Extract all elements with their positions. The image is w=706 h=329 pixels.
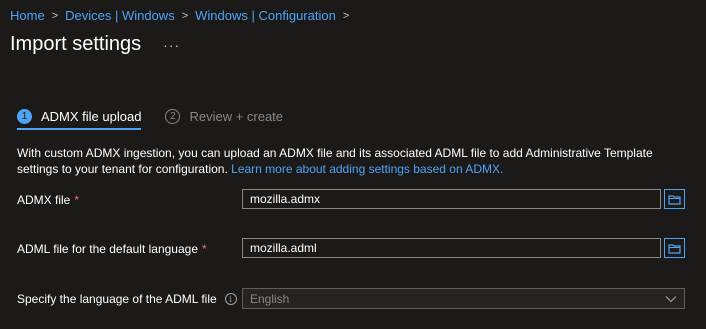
adml-language-label: Specify the language of the ADML file i [17, 292, 237, 306]
adml-language-value: English [250, 291, 290, 306]
adml-browse-button[interactable] [664, 238, 685, 258]
breadcrumb: Home > Devices | Windows > Windows | Con… [10, 8, 356, 23]
description: With custom ADMX ingestion, you can uplo… [17, 145, 697, 177]
title-row: Import settings ··· [10, 33, 180, 56]
step-admx-file-upload[interactable]: 1 ADMX file upload [17, 104, 142, 130]
breadcrumb-windows-configuration[interactable]: Windows | Configuration [195, 8, 336, 23]
admx-file-label-text: ADMX file [17, 193, 71, 207]
admx-file-value: mozilla.admx [250, 192, 321, 206]
adml-file-input[interactable]: mozilla.adml [242, 238, 661, 258]
breadcrumb-separator: > [342, 9, 350, 22]
adml-file-value: mozilla.adml [250, 241, 317, 255]
page-title: Import settings [10, 33, 142, 55]
step-review-create[interactable]: 2 Review + create [165, 104, 283, 128]
admx-file-label: ADMX file * [17, 193, 79, 207]
wizard-steps: 1 ADMX file upload 2 Review + create [17, 104, 283, 130]
breadcrumb-separator: > [51, 9, 59, 22]
adml-file-label-text: ADML file for the default language [17, 242, 199, 256]
chevron-down-icon [665, 295, 677, 302]
adml-language-label-text: Specify the language of the ADML file [17, 292, 217, 306]
breadcrumb-separator: > [181, 9, 189, 22]
learn-more-link[interactable]: Learn more about adding settings based o… [231, 162, 503, 176]
required-indicator: * [74, 193, 80, 207]
required-indicator: * [202, 242, 207, 256]
step-number-2: 2 [165, 108, 181, 124]
info-icon[interactable]: i [224, 293, 237, 305]
admx-file-input[interactable]: mozilla.admx [242, 189, 661, 209]
step-label: ADMX file upload [41, 108, 142, 124]
breadcrumb-home[interactable]: Home [10, 8, 45, 23]
adml-file-label: ADML file for the default language * [17, 242, 207, 256]
breadcrumb-devices-windows[interactable]: Devices | Windows [65, 8, 175, 23]
admx-browse-button[interactable] [664, 189, 685, 209]
step-number-1: 1 [17, 108, 32, 124]
folder-icon [668, 194, 681, 205]
step-label: Review + create [189, 108, 284, 124]
more-options-button[interactable]: ··· [163, 37, 180, 53]
folder-icon [668, 243, 681, 254]
adml-language-select[interactable]: English [242, 288, 685, 309]
